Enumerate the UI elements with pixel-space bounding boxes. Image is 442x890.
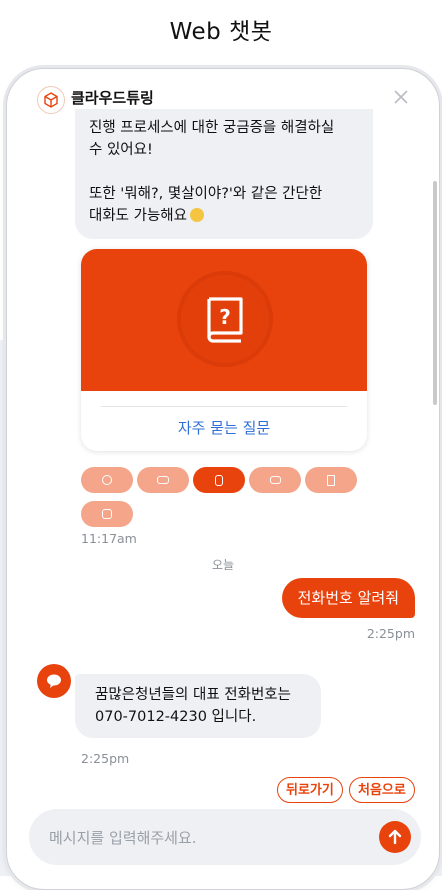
card-divider [101,406,347,407]
message-input[interactable] [47,809,371,867]
bot-phone-message: 꿈많은청년들의 대표 전화번호는 070-7012-4230 입니다. [75,674,321,738]
list-icon [269,476,281,484]
close-icon [394,90,408,104]
book-question-icon: ? [207,297,243,343]
book-icon [215,474,223,486]
faq-link[interactable]: 자주 묻는 질문 [81,417,367,438]
timestamp: 2:25pm [366,626,415,641]
close-button[interactable] [387,83,415,111]
arrow-up-icon [388,829,402,845]
intro-line: 또한 '뭐해?, 몇살이야?'와 같은 간단한 [89,186,323,202]
chat-bubble-icon [47,674,61,688]
chat-icon [102,475,112,485]
svg-text:?: ? [219,305,231,329]
chip-chat[interactable] [81,467,133,493]
timestamp: 2:25pm [81,751,130,766]
scrollbar[interactable] [433,181,437,405]
intro-line: 진행 프로세스에 대한 궁금증을 해결하실 [89,120,335,136]
page-title: Web 챗봇 [169,19,273,45]
bot-intro-message: 진행 프로세스에 대한 궁금증을 해결하실 수 있어요! 또한 '뭐해?, 몇살… [75,109,373,239]
send-button[interactable] [379,821,411,853]
building-icon [327,474,335,486]
bot-line: 070-7012-4230 입니다. [95,709,257,725]
date-separator: 오늘 [211,558,235,572]
composer [29,809,421,867]
card-icon-circle: ? [177,271,273,367]
intro-line: 대화도 가능해요 [89,208,187,224]
chip-building[interactable] [305,467,357,493]
faq-card[interactable]: ? 자주 묻는 질문 [81,249,367,451]
chip-card[interactable] [137,467,189,493]
back-button[interactable]: 뒤로가기 [277,777,343,803]
chip-book[interactable] [193,467,245,493]
smile-emoji-icon [190,208,204,222]
card-icon [157,476,169,484]
user-message: 전화번호 알려줘 [281,578,415,618]
brand-name: 클라우드튜링 [71,89,154,107]
chat-widget: 클라우드튜링 진행 프로세스에 대한 궁금증을 해결하실 수 있어요! 또한 '… [6,68,440,890]
chip-comment[interactable] [81,501,133,527]
bot-line: 꿈많은청년들의 대표 전화번호는 [95,687,291,703]
chip-list[interactable] [249,467,301,493]
timestamp: 11:17am [81,531,137,546]
home-button[interactable]: 처음으로 [349,777,415,803]
comment-icon [102,509,112,519]
intro-line: 수 있어요! [89,142,153,158]
bot-avatar [37,664,71,698]
cube-logo-icon [37,86,65,114]
card-hero: ? [81,249,367,391]
